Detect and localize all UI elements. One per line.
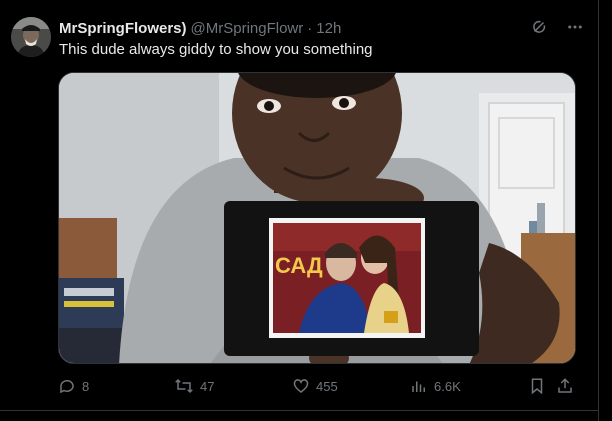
timestamp[interactable]: 12h	[316, 20, 341, 37]
avatar-image	[11, 17, 51, 57]
repost-icon	[175, 378, 193, 394]
column-border	[598, 0, 599, 421]
bookmark-icon	[531, 378, 543, 395]
like-count: 455	[316, 378, 338, 394]
like-icon	[293, 379, 309, 393]
divider	[0, 410, 598, 411]
reply-button[interactable]: 8	[58, 374, 89, 398]
separator-dot: ·	[307, 19, 313, 37]
tweet-action-bar: 8 47 455 6.6K	[58, 374, 578, 398]
bookmark-button[interactable]	[528, 374, 546, 398]
photo-sign-text: САД	[275, 253, 323, 278]
tweet-media[interactable]: САД	[58, 72, 576, 364]
view-count: 6.6K	[434, 378, 461, 394]
views-icon	[412, 381, 425, 392]
grok-icon[interactable]	[528, 16, 550, 38]
share-button[interactable]	[556, 374, 574, 398]
photo: САД	[59, 73, 575, 363]
tweet-text: This dude always giddy to show you somet…	[59, 41, 373, 58]
repost-count: 47	[200, 378, 215, 394]
display-name[interactable]: MrSpringFlowers)	[59, 20, 187, 37]
tweet-header: MrSpringFlowers) @MrSpringFlowr · 12h	[59, 18, 341, 38]
tweet[interactable]: MrSpringFlowers) @MrSpringFlowr · 12h Th…	[0, 0, 598, 421]
repost-button[interactable]: 47	[174, 374, 214, 398]
reply-count: 8	[82, 378, 90, 394]
like-button[interactable]: 455	[292, 374, 338, 398]
user-handle[interactable]: @MrSpringFlowr	[191, 20, 304, 37]
views-button[interactable]: 6.6K	[410, 374, 461, 398]
avatar[interactable]	[11, 17, 51, 57]
more-icon[interactable]	[564, 16, 586, 38]
reply-icon	[60, 379, 74, 394]
share-icon	[558, 378, 572, 393]
tweet-top-actions	[528, 16, 586, 38]
